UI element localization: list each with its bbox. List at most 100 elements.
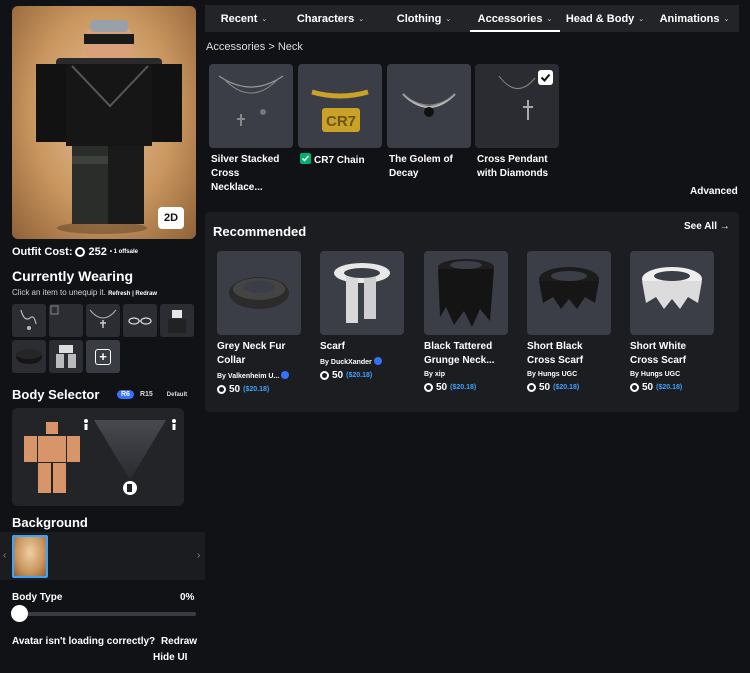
item-thumbnail[interactable] bbox=[209, 64, 293, 148]
body-selector-title: Body Selector bbox=[12, 387, 100, 402]
see-all-link[interactable]: See All → bbox=[684, 221, 730, 232]
item-price: 50 ($20.18) bbox=[320, 370, 404, 381]
robux-icon bbox=[217, 385, 226, 394]
breadcrumb-neck: Neck bbox=[277, 41, 303, 53]
item-thumbnail[interactable] bbox=[424, 251, 508, 335]
worn-item-glasses[interactable] bbox=[123, 304, 157, 337]
creator-link[interactable]: xip bbox=[435, 371, 445, 378]
body-type-slider-handle[interactable] bbox=[11, 605, 28, 622]
refresh-redraw-links[interactable]: Refresh | Redraw bbox=[108, 291, 157, 297]
item-thumbnail[interactable] bbox=[527, 251, 611, 335]
item-creator: By xip bbox=[424, 371, 446, 378]
scale-handle-icon bbox=[123, 481, 137, 495]
currently-wearing-grid: + bbox=[12, 304, 194, 373]
chevron-down-icon: ⌄ bbox=[358, 15, 365, 23]
item-price: 50 ($20.18) bbox=[630, 382, 714, 393]
recommended-item[interactable]: Scarf By DuckXander 50 ($20.18) bbox=[320, 251, 404, 381]
tab-animations[interactable]: Animations ⌄ bbox=[650, 5, 739, 32]
equipped-check-icon bbox=[300, 153, 311, 164]
chevron-down-icon: ⌄ bbox=[445, 15, 452, 23]
currently-wearing-title: Currently Wearing bbox=[12, 268, 134, 284]
creator-link[interactable]: Hungs UGC bbox=[538, 371, 577, 378]
add-item-button[interactable]: + bbox=[86, 340, 120, 373]
rig-r6-option[interactable]: R6 bbox=[117, 390, 134, 399]
worn-item-pants[interactable] bbox=[49, 340, 83, 373]
item-name: Short White Cross Scarf bbox=[630, 341, 687, 366]
plus-icon: + bbox=[95, 348, 111, 365]
item-thumbnail[interactable] bbox=[630, 251, 714, 335]
tab-recent[interactable]: Recent ⌄ bbox=[205, 5, 283, 32]
worn-item-headband[interactable] bbox=[12, 340, 46, 373]
worn-item-shirt[interactable] bbox=[160, 304, 194, 337]
redraw-link[interactable]: Redraw bbox=[161, 636, 197, 647]
item-price: 50 ($20.18) bbox=[527, 382, 611, 393]
item-thumbnail[interactable]: CR7 bbox=[298, 64, 382, 148]
item-name: Short Black Cross Scarf bbox=[527, 341, 584, 366]
robux-icon bbox=[75, 247, 86, 257]
selected-check-icon bbox=[538, 70, 553, 85]
recommended-item[interactable]: Black Tattered Grunge Neck... By xip 50 ($… bbox=[424, 251, 508, 393]
creator-link[interactable]: Hungs UGC bbox=[641, 371, 680, 378]
robux-icon bbox=[630, 383, 639, 392]
breadcrumb-accessories[interactable]: Accessories bbox=[206, 41, 265, 53]
item-name: Grey Neck Fur Collar bbox=[217, 341, 286, 366]
tab-characters[interactable]: Characters ⌄ bbox=[283, 5, 378, 32]
item-thumbnail[interactable] bbox=[320, 251, 404, 335]
body-type-value: 0% bbox=[180, 592, 195, 603]
creator-link[interactable]: DuckXander bbox=[331, 359, 372, 366]
body-selector-panel bbox=[12, 408, 184, 506]
tab-head-body[interactable]: Head & Body ⌄ bbox=[560, 5, 650, 32]
inventory-item[interactable]: Silver Stacked Cross Necklace... bbox=[209, 64, 293, 195]
inventory-item[interactable]: CR7 CR7 Chain bbox=[298, 64, 382, 168]
item-name: Cross Pendant with Diamonds bbox=[477, 154, 549, 179]
recommended-item[interactable]: Short Black Cross Scarf By Hungs UGC 50 ($… bbox=[527, 251, 611, 393]
chevron-down-icon: ⌄ bbox=[723, 15, 730, 23]
recommended-item[interactable]: Short White Cross Scarf By Hungs UGC 50 ($… bbox=[630, 251, 714, 393]
tab-accessories[interactable]: Accessories ⌄ bbox=[470, 5, 560, 32]
default-body-button[interactable]: Default bbox=[167, 392, 187, 398]
item-thumbnail[interactable] bbox=[217, 251, 301, 335]
verified-badge-icon bbox=[373, 357, 382, 365]
avatar-preview[interactable]: 2D bbox=[12, 6, 196, 239]
outfit-cost: Outfit Cost: 252 • 1 offsale bbox=[12, 246, 138, 258]
currently-wearing-subtitle: Click an item to unequip it. Refresh | R… bbox=[12, 288, 158, 297]
scale-cone-graphic[interactable] bbox=[12, 408, 184, 506]
worn-item-necklace[interactable] bbox=[12, 304, 46, 337]
avatar-loading-message: Avatar isn't loading correctly? Redraw bbox=[12, 636, 198, 647]
small-person-icon bbox=[84, 419, 88, 430]
inventory-item[interactable]: Cross Pendant with Diamonds bbox=[475, 64, 559, 181]
offsale-count: • 1 offsale bbox=[109, 249, 138, 255]
robux-icon bbox=[424, 383, 433, 392]
robux-icon bbox=[320, 371, 329, 380]
background-next-arrow[interactable]: › bbox=[197, 550, 200, 561]
item-name: The Golem of Decay bbox=[389, 154, 453, 179]
view-2d-button[interactable]: 2D bbox=[158, 207, 184, 229]
item-name: Silver Stacked Cross Necklace... bbox=[211, 154, 280, 193]
item-creator: By Hungs UGC bbox=[527, 371, 578, 378]
body-type-slider-track[interactable] bbox=[14, 612, 196, 616]
recommended-item[interactable]: Grey Neck Fur Collar By Valkenheim U... 5… bbox=[217, 251, 301, 395]
outfit-cost-label: Outfit Cost: bbox=[12, 246, 73, 258]
verified-badge-icon bbox=[281, 371, 290, 379]
category-nav: Recent ⌄ Characters ⌄ Clothing ⌄ Accessorie… bbox=[205, 5, 739, 32]
item-price: 50 ($20.18) bbox=[217, 384, 301, 395]
background-prev-arrow[interactable]: ‹ bbox=[3, 550, 6, 561]
worn-item-broken-image[interactable] bbox=[49, 304, 83, 337]
item-creator: By Valkenheim U... bbox=[217, 371, 301, 380]
recommended-title: Recommended bbox=[213, 224, 307, 239]
background-title: Background bbox=[12, 515, 88, 530]
item-thumbnail[interactable] bbox=[475, 64, 559, 148]
background-option-selected[interactable] bbox=[12, 535, 48, 578]
inventory-item[interactable]: The Golem of Decay bbox=[387, 64, 471, 181]
hide-ui-button[interactable]: Hide UI bbox=[153, 652, 187, 663]
item-thumbnail[interactable] bbox=[387, 64, 471, 148]
creator-link[interactable]: Valkenheim U... bbox=[228, 373, 279, 380]
rig-r15-option[interactable]: R15 bbox=[140, 391, 153, 398]
tab-clothing[interactable]: Clothing ⌄ bbox=[378, 5, 470, 32]
body-type-label: Body Type bbox=[12, 592, 63, 603]
cr7-logo-text: CR7 bbox=[326, 113, 356, 130]
chevron-down-icon: ⌄ bbox=[261, 15, 268, 23]
worn-item-cross-pendant[interactable] bbox=[86, 304, 120, 337]
rig-type-toggle: R6 R15 Default bbox=[117, 390, 187, 399]
advanced-button[interactable]: Advanced bbox=[690, 186, 738, 197]
